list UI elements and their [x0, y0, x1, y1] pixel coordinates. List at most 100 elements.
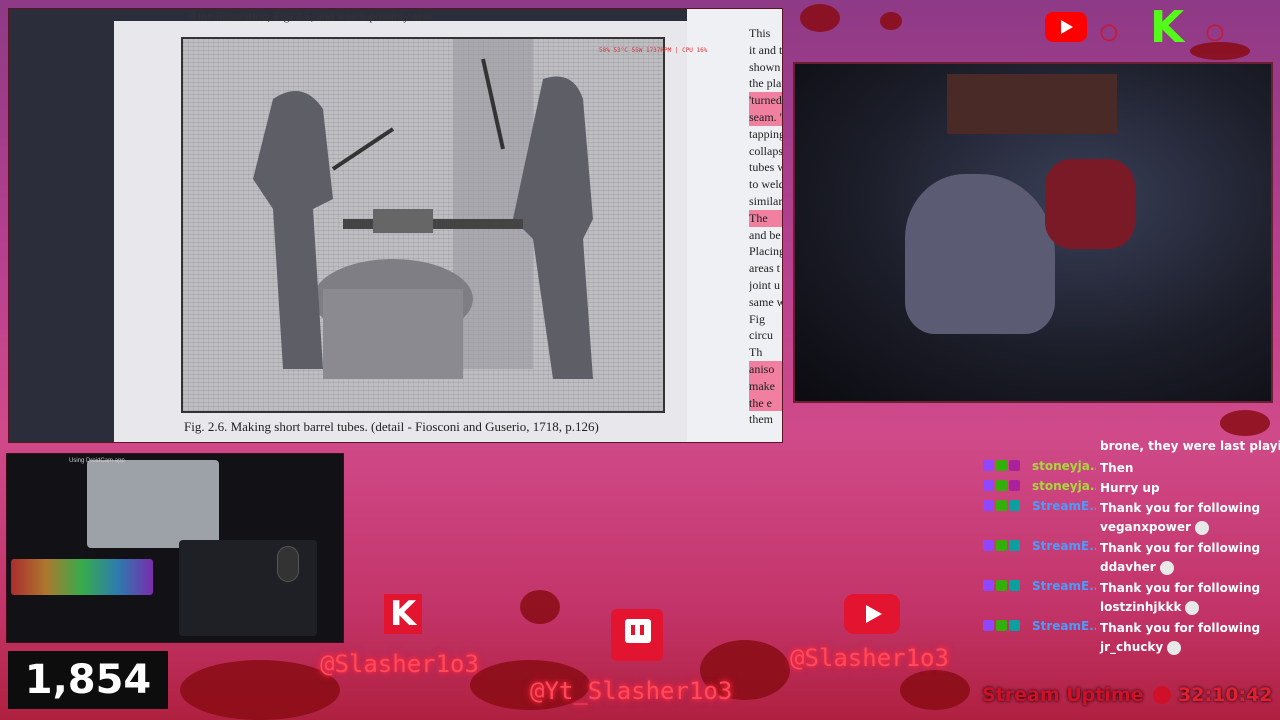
book-text-line: Placing — [749, 244, 783, 259]
chat-message-text: Thank you for following veganxpower — [1100, 499, 1280, 537]
moderator-badge-icon — [996, 460, 1007, 471]
book-camera-feed: d the illustration, Fig. 2.6, and which … — [8, 8, 783, 443]
emote-icon — [1167, 640, 1182, 655]
moderator-badge-icon — [996, 580, 1007, 591]
chat-message-text: brone, they were last playing ! — [1100, 439, 1280, 453]
book-text-line: same w — [749, 294, 783, 309]
chat-username[interactable]: StreamE... — [1032, 579, 1096, 593]
bot-badge-icon — [1009, 540, 1020, 551]
desk-camera-feed: Using DroidCam app — [6, 453, 344, 643]
blood-splatter — [520, 590, 560, 624]
blood-splatter — [880, 12, 902, 30]
chat-username[interactable]: StreamE... — [1032, 499, 1096, 513]
chat-message-body: Then — [1100, 461, 1134, 475]
chat-username[interactable]: stoneyja... — [1032, 459, 1096, 473]
twitch-badge-icon — [983, 500, 994, 511]
chat-badges — [983, 540, 1020, 551]
book-text-line: This — [749, 26, 771, 40]
book-text-line: the e — [749, 394, 782, 412]
chat-badges — [983, 580, 1020, 591]
book-top-line: d the illustration, Fig. 2.6, and which … — [189, 9, 432, 23]
chat-panel: brone, they were last playing ! stoneyja… — [978, 432, 1280, 682]
chat-badges — [983, 460, 1020, 471]
wall-tapestry — [947, 74, 1117, 134]
chat-badges — [983, 480, 1020, 491]
twitch-badge-icon — [983, 540, 994, 551]
main-webcam-feed — [793, 62, 1273, 403]
book-text-line: tubes w — [749, 160, 783, 175]
laptop — [87, 460, 219, 548]
bot-badge-icon — [1009, 500, 1020, 511]
chat-message-text: Thank you for following ddavher — [1100, 539, 1280, 577]
kick-logo-icon: K — [384, 594, 422, 634]
chat-badges — [983, 500, 1020, 511]
chat-message-body: Thank you for following lostzinhjkkk — [1100, 581, 1261, 614]
twitch-badge-icon — [983, 480, 994, 491]
book-text-line: them — [749, 412, 773, 427]
chat-username[interactable]: StreamE... — [1032, 539, 1096, 553]
stream-uptime-label: Stream Uptime — [982, 684, 1144, 706]
chat-message-body: Thank you for following veganxpower — [1100, 501, 1261, 534]
book-right-column: This it and the shown t the plat'turnedseam… — [749, 25, 783, 428]
chat-message-text: Thank you for following lostzinhjkkk — [1100, 579, 1280, 617]
book-text-line: make — [749, 377, 782, 395]
book-text-line: The — [749, 209, 782, 227]
youtube-status-icon: ◯ — [1100, 24, 1118, 41]
blood-splatter — [180, 660, 340, 720]
kick-icon: K — [1150, 2, 1185, 53]
engraving-drawing — [253, 39, 593, 379]
vip-badge-icon — [1009, 480, 1020, 491]
engraving-illustration — [181, 37, 665, 413]
book-text-line: seam. ' — [749, 108, 782, 126]
book-text-line: and be — [749, 227, 781, 242]
chat-username[interactable]: stoneyja... — [1032, 479, 1096, 493]
stream-uptime-time: 32:10:42 — [1178, 684, 1273, 706]
moderator-badge-icon — [996, 480, 1007, 491]
vip-badge-icon — [1009, 460, 1020, 471]
book-text-line: joint u — [749, 277, 781, 292]
moderator-badge-icon — [996, 540, 1007, 551]
book-text-line: it and the — [749, 42, 783, 57]
book-text-line: circu — [749, 328, 773, 343]
skull-icon — [1153, 686, 1171, 704]
blood-splatter — [1190, 42, 1250, 60]
moderator-badge-icon — [996, 500, 1007, 511]
blood-splatter — [800, 4, 840, 32]
book-text-line: collaps — [749, 143, 783, 158]
book-text-line: tapping — [749, 126, 783, 141]
figure-caption: Fig. 2.6. Making short barrel tubes. (de… — [184, 419, 599, 434]
bot-badge-icon — [1009, 620, 1020, 631]
youtube-icon — [1045, 12, 1087, 42]
chat-message-text: Then — [1100, 459, 1280, 478]
chat-message-text: Hurry up — [1100, 479, 1280, 498]
performance-readout: 50% 53°C 55W 1737RPM | CPU 16% — [599, 47, 708, 54]
blood-splatter — [900, 670, 970, 710]
book-text-line: Th — [749, 345, 763, 360]
book-text-line: shown t — [749, 59, 783, 74]
twitch-badge-icon — [983, 580, 994, 591]
kick-status-icon: ◯ — [1206, 24, 1224, 41]
bot-badge-icon — [1009, 580, 1020, 591]
streamer-figure — [1045, 159, 1135, 249]
kick-handle: @Slasher1o3 — [320, 650, 479, 678]
chat-message-body: Hurry up — [1100, 481, 1160, 495]
mouse — [277, 546, 299, 582]
moderator-badge-icon — [996, 620, 1007, 631]
chat-badges — [983, 620, 1020, 631]
blanket — [905, 174, 1055, 334]
chat-message-text: Thank you for following jr_chucky — [1100, 619, 1280, 657]
viewer-count: 1,854 — [8, 651, 168, 709]
twitch-badge-icon — [983, 460, 994, 471]
youtube-logo-icon — [844, 594, 900, 634]
youtube-handle: @Slasher1o3 — [790, 644, 949, 672]
book-text-line: 'turned — [749, 92, 782, 109]
book-text-line: Fig — [749, 311, 766, 326]
emote-icon — [1194, 520, 1209, 535]
book-text-line: areas t — [749, 261, 780, 276]
twitch-handle: @Yt_Slasher1o3 — [530, 677, 733, 705]
droidcam-label: Using DroidCam app — [69, 458, 125, 464]
book-text-line: similar — [749, 193, 783, 208]
chat-message-body: Thank you for following ddavher — [1100, 541, 1261, 574]
emote-icon — [1185, 600, 1200, 615]
chat-username[interactable]: StreamE... — [1032, 619, 1096, 633]
